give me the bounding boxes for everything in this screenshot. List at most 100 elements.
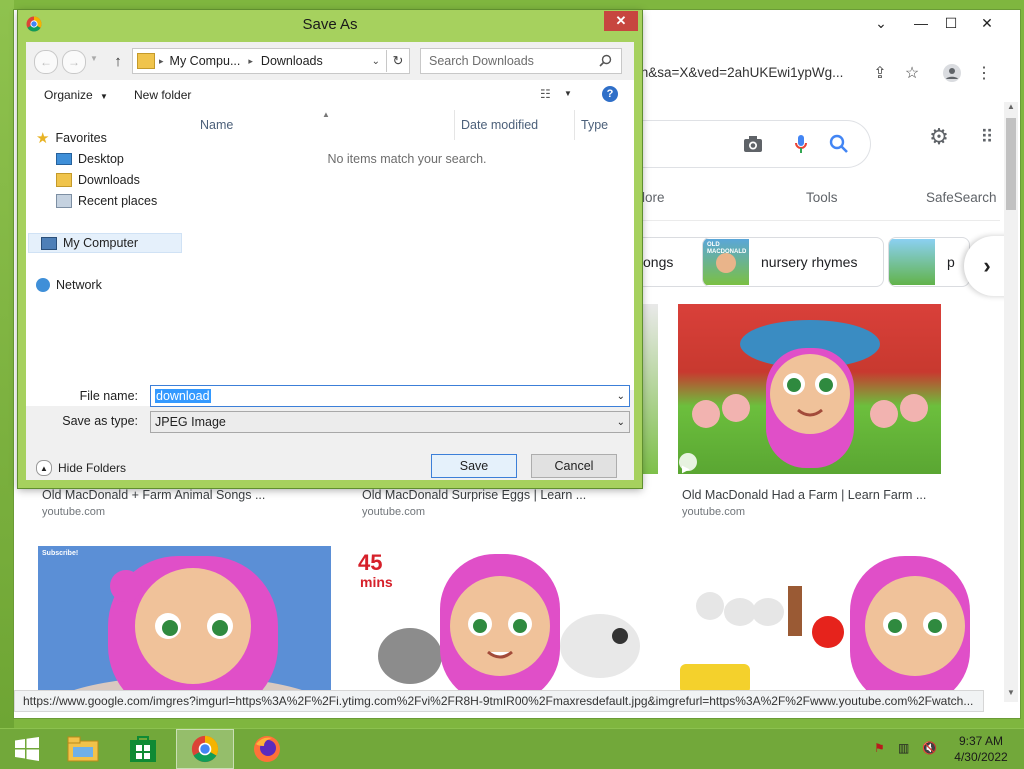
result-source[interactable]: youtube.com — [362, 506, 425, 518]
up-arrow-icon[interactable]: ↑ — [108, 50, 128, 72]
search-icon[interactable] — [826, 131, 852, 157]
chip-thumbnail: OLD MACDONALD — [703, 239, 749, 285]
nav-network[interactable]: Network — [36, 275, 102, 295]
search-placeholder: Search Downloads — [429, 54, 534, 68]
tab-tools[interactable]: Tools — [806, 190, 838, 205]
divider — [634, 220, 1000, 221]
organize-label: Organize — [44, 88, 93, 102]
start-windows-icon[interactable] — [0, 729, 54, 769]
new-folder-button[interactable]: New folder — [134, 88, 191, 102]
result-source[interactable]: youtube.com — [42, 506, 105, 518]
scroll-down-arrow-icon[interactable]: ▼ — [1007, 688, 1015, 697]
nav-desktop[interactable]: Desktop — [56, 149, 124, 169]
refresh-icon[interactable]: ↻ — [386, 50, 409, 72]
nav-downloads[interactable]: Downloads — [56, 170, 140, 190]
action-center-flag-icon[interactable]: ⚑ — [874, 741, 885, 755]
settings-gear-icon[interactable]: ⚙ — [924, 122, 954, 152]
chip-nursery-rhymes[interactable]: OLD MACDONALD nursery rhymes — [702, 237, 884, 287]
minimize-icon[interactable]: — — [904, 12, 938, 34]
breadcrumb-downloads[interactable]: Downloads — [261, 54, 323, 68]
nav-label: Desktop — [78, 152, 124, 166]
tab-safesearch[interactable]: SafeSearch — [926, 190, 997, 205]
volume-muted-icon[interactable]: 🔇 — [922, 741, 937, 755]
file-name-input[interactable]: download ⌄ — [150, 385, 630, 407]
path-dropdown-chevron-icon[interactable]: ⌄ — [372, 56, 380, 67]
help-icon[interactable]: ? — [602, 86, 618, 102]
column-header-name[interactable]: Name — [200, 118, 233, 132]
result-title[interactable]: Old MacDonald Surprise Eggs | Learn ... — [362, 488, 586, 502]
save-as-dialog: Save As ✕ ← → ▼ ↑ ▸ My Compu... ▸ Downlo… — [18, 10, 642, 488]
nav-favorites[interactable]: ★ Favorites — [36, 128, 107, 148]
apps-grid-icon[interactable]: ⠿ — [976, 122, 998, 152]
dialog-body: ← → ▼ ↑ ▸ My Compu... ▸ Downloads ⌄ ↻ Se… — [26, 42, 634, 480]
result-source[interactable]: youtube.com — [682, 506, 745, 518]
result-title[interactable]: Old MacDonald + Farm Animal Songs ... — [42, 488, 265, 502]
tab-more[interactable]: lore — [642, 190, 665, 205]
google-search-box[interactable] — [634, 120, 871, 168]
file-explorer-icon[interactable] — [56, 729, 110, 769]
store-icon[interactable] — [116, 729, 170, 769]
nav-my-computer[interactable]: My Computer — [28, 233, 182, 253]
thumbnail-badge: 45 — [358, 550, 383, 575]
save-button[interactable]: Save — [431, 454, 517, 478]
recent-locations-chevron-icon[interactable]: ▼ — [90, 54, 98, 63]
taskbar-clock[interactable]: 9:37 AM 4/30/2022 — [944, 733, 1018, 765]
star-icon: ★ — [36, 130, 50, 147]
nav-recent-places[interactable]: Recent places — [56, 191, 157, 211]
hide-folders-label: Hide Folders — [58, 461, 127, 475]
nav-label: Downloads — [78, 173, 140, 187]
page-scrollbar[interactable]: ▲ ▼ — [1004, 102, 1018, 702]
hide-folders-toggle[interactable]: ▲ Hide Folders — [36, 460, 126, 476]
clock-time: 9:37 AM — [958, 734, 1004, 748]
breadcrumb-my-computer[interactable]: My Compu... — [170, 54, 241, 68]
dialog-close-button[interactable]: ✕ — [604, 11, 638, 31]
save-as-type-select[interactable]: JPEG Image ⌄ — [150, 411, 630, 433]
camera-lens-icon[interactable] — [740, 131, 766, 157]
result-thumbnail[interactable]: Subscribe! — [38, 546, 331, 696]
scroll-up-arrow-icon[interactable]: ▲ — [1007, 102, 1015, 111]
close-icon[interactable]: ✕ — [970, 12, 1004, 34]
view-chevron-down-icon[interactable]: ▼ — [564, 89, 572, 98]
chevron-down-icon[interactable]: ⌄ — [617, 417, 625, 428]
search-icon[interactable] — [599, 54, 613, 68]
path-breadcrumb[interactable]: ▸ My Compu... ▸ Downloads ⌄ ↻ — [132, 48, 410, 74]
column-header-type[interactable]: Type — [581, 118, 608, 132]
recent-places-icon — [56, 194, 72, 208]
save-as-type-label: Save as type: — [62, 414, 138, 428]
nav-label: Favorites — [55, 131, 107, 145]
share-icon[interactable]: ⇪ — [866, 60, 894, 86]
forward-arrow-icon[interactable]: → — [62, 50, 86, 74]
tab-search-icon[interactable]: ⌄ — [864, 12, 898, 34]
nav-label: My Computer — [63, 236, 139, 250]
search-downloads-input[interactable]: Search Downloads — [420, 48, 622, 74]
cancel-button[interactable]: Cancel — [531, 454, 617, 478]
network-status-icon[interactable]: ▥ — [898, 741, 909, 755]
back-arrow-icon[interactable]: ← — [34, 50, 58, 74]
chevron-down-icon[interactable]: ⌄ — [617, 391, 625, 402]
maximize-icon[interactable]: ☐ — [934, 12, 968, 34]
result-title[interactable]: Old MacDonald Had a Farm | Learn Farm ..… — [682, 488, 926, 502]
view-options-icon[interactable]: ☷ — [540, 87, 551, 101]
clock-date: 4/30/2022 — [954, 750, 1008, 764]
chip-label: nursery rhymes — [761, 254, 858, 270]
navigation-pane: ★ Favorites Desktop Downloads Recent pla… — [26, 110, 188, 406]
chrome-taskbar-icon[interactable] — [176, 729, 234, 769]
play-icon: ▶ — [682, 464, 690, 475]
chip-p[interactable]: p — [888, 237, 970, 287]
desktop-background — [0, 0, 14, 728]
organize-menu[interactable]: Organize ▼ — [44, 88, 108, 102]
desktop-icon — [56, 153, 72, 165]
profile-avatar-icon[interactable] — [938, 60, 966, 86]
firefox-icon[interactable] — [240, 729, 294, 769]
bookmark-star-icon[interactable]: ☆ — [898, 60, 926, 86]
microphone-icon[interactable] — [788, 131, 814, 157]
downloads-folder-icon — [56, 173, 72, 187]
taskbar: ⚑ ▥ 🔇 9:37 AM 4/30/2022 — [0, 728, 1024, 769]
result-thumbnail[interactable]: 45 mins — [350, 546, 653, 696]
result-thumbnail[interactable] — [678, 304, 941, 474]
result-thumbnail[interactable] — [670, 546, 970, 696]
chrome-menu-icon[interactable]: ⋮ — [970, 60, 998, 86]
scrollbar-thumb[interactable] — [1006, 118, 1016, 210]
chevron-down-icon: ▼ — [100, 92, 108, 101]
column-header-date-modified[interactable]: Date modified — [461, 118, 538, 132]
